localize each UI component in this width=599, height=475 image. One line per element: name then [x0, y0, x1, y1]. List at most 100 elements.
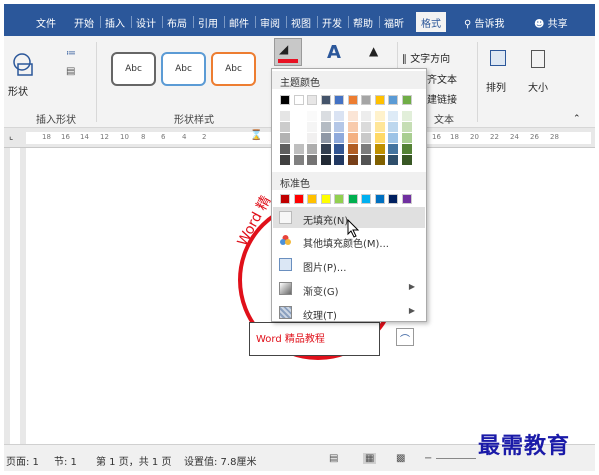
menu-texture-fill[interactable]: 纹理(T) ▶ [273, 302, 425, 323]
tab-home[interactable]: 开始 [74, 15, 94, 30]
tab-help[interactable]: 帮助 [353, 15, 373, 30]
status-page[interactable]: 页面: 1 [6, 453, 39, 468]
tab-view[interactable]: 视图 [291, 15, 311, 30]
tab-format[interactable]: 格式 [416, 12, 446, 32]
theme-color-shade-swatch[interactable] [307, 122, 317, 132]
theme-color-shade-swatch[interactable] [280, 133, 290, 143]
theme-color-shade-swatch[interactable] [347, 144, 358, 154]
theme-color-shade-swatch[interactable] [280, 155, 290, 165]
theme-color-swatch[interactable] [280, 95, 290, 105]
theme-color-swatch[interactable] [374, 95, 385, 105]
collapse-ribbon-icon[interactable]: ⌃ [573, 114, 581, 124]
tab-layout[interactable]: 布局 [167, 15, 187, 30]
theme-color-shade-swatch[interactable] [347, 155, 358, 165]
theme-color-shade-swatch[interactable] [280, 122, 290, 132]
tab-review[interactable]: 审阅 [260, 15, 280, 30]
menu-gradient-fill[interactable]: 渐变(G) ▶ [273, 278, 425, 299]
theme-color-shade-swatch[interactable] [374, 155, 385, 165]
layout-options-button[interactable]: ⌒ [396, 328, 414, 346]
theme-color-shade-swatch[interactable] [401, 144, 412, 154]
tab-references[interactable]: 引用 [198, 15, 218, 30]
text-box-icon[interactable]: ▤ [66, 66, 75, 77]
text-fill-icon[interactable]: ▲ [369, 44, 378, 58]
theme-color-shade-swatch[interactable] [388, 144, 398, 154]
theme-color-shade-swatch[interactable] [388, 155, 398, 165]
theme-color-shade-swatch[interactable] [307, 155, 317, 165]
standard-color-swatch[interactable] [347, 194, 358, 204]
theme-color-swatch[interactable] [293, 95, 304, 105]
shape-style-2[interactable]: Abc [161, 52, 206, 86]
theme-color-shade-swatch[interactable] [388, 133, 398, 143]
theme-color-shade-swatch[interactable] [334, 122, 344, 132]
zoom-out-icon[interactable]: − [424, 453, 432, 464]
create-link-button[interactable]: 建链接 [427, 91, 457, 106]
theme-color-shade-swatch[interactable] [388, 122, 398, 132]
shape-fill-button[interactable]: ◢ [274, 38, 302, 66]
theme-color-shade-swatch[interactable] [374, 144, 385, 154]
theme-color-shade-swatch[interactable] [307, 144, 317, 154]
theme-color-shade-swatch[interactable] [374, 111, 385, 121]
theme-color-shade-swatch[interactable] [307, 133, 317, 143]
theme-color-shade-swatch[interactable] [374, 133, 385, 143]
theme-color-shade-swatch[interactable] [293, 122, 304, 132]
web-layout-icon[interactable]: ▩ [396, 453, 405, 464]
tab-file[interactable]: 文件 [36, 15, 56, 30]
edit-shape-icon[interactable]: ≔ [66, 48, 76, 59]
read-mode-icon[interactable]: ▤ [329, 453, 338, 464]
theme-color-shade-swatch[interactable] [361, 133, 371, 143]
theme-color-shade-swatch[interactable] [280, 144, 290, 154]
theme-color-shade-swatch[interactable] [401, 133, 412, 143]
theme-color-shade-swatch[interactable] [293, 111, 304, 121]
status-page-count[interactable]: 第 1 页，共 1 页 [96, 453, 171, 468]
theme-color-shade-swatch[interactable] [334, 155, 344, 165]
standard-color-swatch[interactable] [320, 194, 331, 204]
status-section[interactable]: 节: 1 [54, 453, 77, 468]
standard-color-swatch[interactable] [361, 194, 371, 204]
theme-color-shade-swatch[interactable] [334, 144, 344, 154]
theme-color-shade-swatch[interactable] [293, 133, 304, 143]
theme-color-shade-swatch[interactable] [293, 155, 304, 165]
standard-color-swatch[interactable] [334, 194, 344, 204]
theme-color-swatch[interactable] [401, 95, 412, 105]
theme-color-shade-swatch[interactable] [401, 122, 412, 132]
theme-color-shade-swatch[interactable] [320, 155, 331, 165]
theme-color-swatch[interactable] [320, 95, 331, 105]
status-position[interactable]: 设置值: 7.8厘米 [184, 453, 256, 468]
theme-color-swatch[interactable] [347, 95, 358, 105]
tab-mailings[interactable]: 邮件 [229, 15, 249, 30]
theme-color-shade-swatch[interactable] [401, 111, 412, 121]
wordart-fill-icon[interactable]: A [327, 42, 341, 63]
tell-me-search[interactable]: ⚲ 告诉我 [464, 15, 505, 30]
zoom-slider[interactable] [436, 458, 476, 459]
theme-color-shade-swatch[interactable] [347, 122, 358, 132]
menu-picture-fill[interactable]: 图片(P)... [273, 254, 425, 275]
tab-foxit[interactable]: 福昕 [384, 15, 404, 30]
theme-color-shade-swatch[interactable] [347, 111, 358, 121]
text-direction-button[interactable]: ∥ 文字方向 [402, 50, 450, 65]
theme-color-swatch[interactable] [361, 95, 371, 105]
theme-color-shade-swatch[interactable] [361, 122, 371, 132]
theme-color-shade-swatch[interactable] [307, 111, 317, 121]
theme-color-shade-swatch[interactable] [388, 111, 398, 121]
standard-color-swatch[interactable] [401, 194, 412, 204]
shapes-icon[interactable] [8, 50, 42, 82]
theme-color-swatch[interactable] [307, 95, 317, 105]
standard-color-swatch[interactable] [280, 194, 290, 204]
theme-color-shade-swatch[interactable] [361, 144, 371, 154]
theme-color-shade-swatch[interactable] [320, 144, 331, 154]
theme-color-swatch[interactable] [334, 95, 344, 105]
share-button[interactable]: ☻ 共享 [534, 15, 568, 30]
theme-color-shade-swatch[interactable] [334, 111, 344, 121]
standard-color-swatch[interactable] [374, 194, 385, 204]
shape-style-1[interactable]: Abc [111, 52, 156, 86]
tab-design[interactable]: 设计 [136, 15, 156, 30]
theme-color-swatch[interactable] [388, 95, 398, 105]
print-layout-icon[interactable]: ▦ [363, 453, 377, 464]
align-text-button[interactable]: 齐文本 [427, 71, 457, 86]
theme-color-shade-swatch[interactable] [320, 133, 331, 143]
theme-color-shade-swatch[interactable] [347, 133, 358, 143]
tab-insert[interactable]: 插入 [105, 15, 125, 30]
theme-color-shade-swatch[interactable] [374, 122, 385, 132]
tab-stop-icon[interactable]: ⌞ [9, 132, 13, 142]
indent-marker-icon[interactable]: ⌛ [250, 130, 262, 141]
